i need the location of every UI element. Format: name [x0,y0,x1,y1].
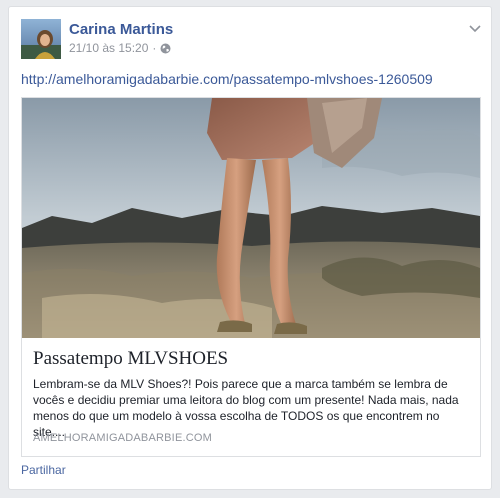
meta-separator: · [152,41,157,55]
share-button[interactable]: Partilhar [21,463,66,477]
post-card: Carina Martins 21/10 às 15:20 · http://a… [8,6,492,490]
link-preview-image[interactable] [22,98,480,338]
author-avatar[interactable] [21,19,61,59]
chevron-down-icon[interactable] [469,21,481,33]
post-meta: 21/10 às 15:20 · [69,41,171,55]
author-name[interactable]: Carina Martins [69,21,173,38]
link-preview-title[interactable]: Passatempo MLVSHOES [33,348,228,370]
post-timestamp[interactable]: 21/10 às 15:20 [69,41,148,55]
globe-icon[interactable] [160,43,171,54]
link-preview-domain: AMELHORAMIGADABARBIE.COM [33,432,212,444]
post-link[interactable]: http://amelhoramigadabarbie.com/passatem… [21,71,433,87]
link-preview-card[interactable]: Passatempo MLVSHOES Lembram-se da MLV Sh… [21,97,481,457]
link-preview-description: Lembram-se da MLV Shoes?! Pois parece qu… [33,377,459,439]
